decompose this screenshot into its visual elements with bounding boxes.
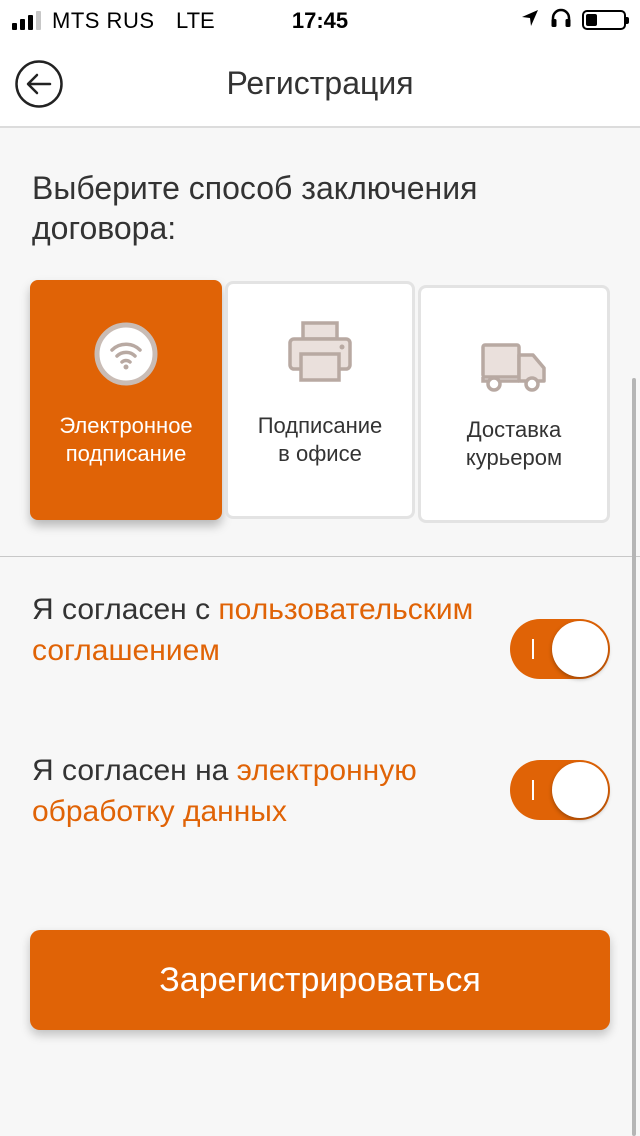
method-card-courier-delivery[interactable]: Доставка курьером	[418, 285, 610, 523]
method-card-office-signing[interactable]: Подписание в офисе	[225, 281, 415, 519]
method-label: Доставка курьером	[465, 417, 563, 470]
method-label: Подписание в офисе	[257, 413, 383, 466]
battery-icon	[582, 10, 629, 30]
toggle-knob	[552, 621, 608, 677]
consent-prefix: Я согласен на	[32, 754, 237, 787]
data-processing-toggle[interactable]	[510, 760, 610, 820]
signing-method-selector: Электронное подписание Подписание в офис…	[30, 280, 610, 523]
method-card-electronic-signing[interactable]: Электронное подписание	[30, 280, 222, 520]
scrollbar[interactable]	[632, 378, 636, 1136]
register-button[interactable]: Зарегистрироваться	[30, 930, 610, 1030]
status-bar: MTS RUS LTE 17:45	[0, 0, 640, 40]
section-title: Выберите способ заключения договора:	[32, 170, 478, 246]
page-title: Регистрация	[226, 65, 414, 101]
delivery-truck-icon	[421, 342, 607, 394]
wifi-circle-icon	[33, 321, 219, 387]
consent-data-processing: Я согласен на электронную обработку данн…	[32, 750, 610, 832]
toggle-knob	[552, 762, 608, 818]
status-icons	[520, 8, 629, 33]
printer-icon	[228, 320, 412, 384]
user-agreement-toggle[interactable]	[510, 619, 610, 679]
location-arrow-icon	[520, 8, 540, 33]
consent-text: Я согласен на электронную обработку данн…	[32, 750, 492, 832]
toggle-on-mark	[532, 780, 534, 800]
nav-header: Регистрация	[0, 40, 640, 128]
consent-prefix: Я согласен с	[32, 593, 219, 626]
toggle-on-mark	[532, 639, 534, 659]
method-label: Электронное подписание	[59, 413, 193, 466]
consent-text: Я согласен с пользовательским соглашение…	[32, 589, 492, 671]
divider	[0, 556, 640, 557]
consent-user-agreement: Я согласен с пользовательским соглашение…	[32, 589, 610, 679]
headphones-icon	[550, 8, 572, 33]
